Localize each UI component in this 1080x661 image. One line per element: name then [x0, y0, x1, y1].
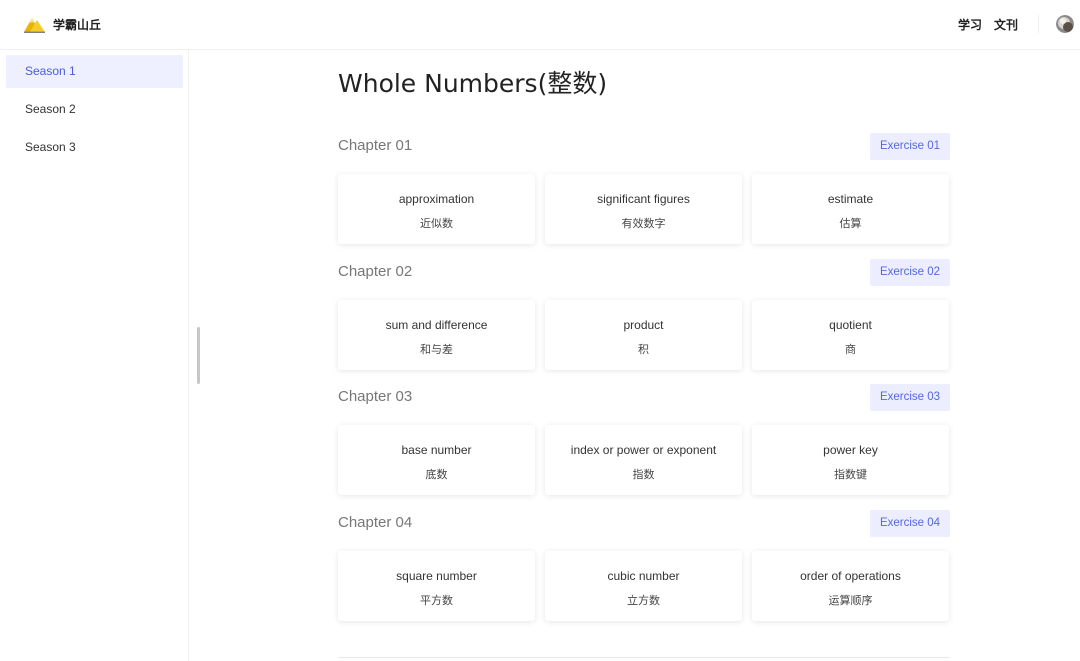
topic-card[interactable]: product 积 [545, 300, 742, 370]
chapter-header: Chapter 01 Exercise 01 [338, 133, 950, 161]
chapter-title: Chapter 04 [338, 514, 413, 531]
brand[interactable]: 学霸山丘 [24, 13, 101, 35]
sidebar-item-season-2[interactable]: Season 2 [6, 93, 183, 126]
exercise-button[interactable]: Exercise 03 [870, 384, 950, 411]
topic-title-zh: 估算 [839, 217, 862, 230]
topic-title-zh: 积 [638, 343, 649, 356]
topic-title-en: base number [401, 443, 472, 457]
topic-card[interactable]: index or power or exponent 指数 [545, 425, 742, 495]
topic-title-zh: 指数键 [834, 468, 867, 481]
chapter-section: Chapter 04 Exercise 04 square number 平方数… [338, 510, 950, 622]
topic-card[interactable]: cubic number 立方数 [545, 551, 742, 621]
topic-title-en: significant figures [597, 192, 690, 206]
topic-title-zh: 运算顺序 [828, 594, 873, 607]
topic-card[interactable]: approximation 近似数 [338, 174, 535, 244]
topic-card[interactable]: base number 底数 [338, 425, 535, 495]
topic-title-zh: 和与差 [420, 343, 453, 356]
chapter-section: Chapter 01 Exercise 01 approximation 近似数… [338, 133, 950, 245]
top-nav: 学习 文刊 [958, 16, 1018, 33]
user-avatar[interactable] [1056, 15, 1074, 33]
exercise-button[interactable]: Exercise 02 [870, 259, 950, 286]
topic-title-en: index or power or exponent [570, 443, 717, 457]
sidebar: Season 1 Season 2 Season 3 [0, 50, 189, 661]
topic-cards: approximation 近似数 significant figures 有效… [338, 174, 950, 244]
topic-card[interactable]: estimate 估算 [752, 174, 949, 244]
page-title: Whole Numbers(整数) [338, 69, 608, 98]
avatar-image [1056, 15, 1074, 33]
chapter-header: Chapter 02 Exercise 02 [338, 259, 950, 287]
topic-title-zh: 商 [845, 343, 856, 356]
chapter-section: Chapter 03 Exercise 03 base number 底数 in… [338, 384, 950, 496]
topic-card[interactable]: power key 指数键 [752, 425, 949, 495]
nav-divider [1038, 15, 1039, 33]
topic-title-en: product [623, 318, 664, 332]
topic-title-en: sum and difference [385, 318, 488, 332]
content-divider [338, 657, 950, 658]
topic-card[interactable]: square number 平方数 [338, 551, 535, 621]
topic-title-zh: 底数 [425, 468, 448, 481]
brand-name: 学霸山丘 [53, 17, 102, 32]
topic-title-en: power key [823, 443, 878, 457]
chapter-header: Chapter 04 Exercise 04 [338, 510, 950, 538]
nav-link-study[interactable]: 学习 [958, 16, 982, 33]
topic-title-en: quotient [829, 318, 872, 332]
topic-card[interactable]: significant figures 有效数字 [545, 174, 742, 244]
topic-card[interactable]: order of operations 运算顺序 [752, 551, 949, 621]
topic-title-en: estimate [827, 192, 874, 206]
chapter-title: Chapter 01 [338, 137, 413, 154]
topic-card[interactable]: sum and difference 和与差 [338, 300, 535, 370]
topic-title-en: order of operations [800, 569, 901, 583]
exercise-button[interactable]: Exercise 01 [870, 133, 950, 160]
topic-title-zh: 立方数 [627, 594, 660, 607]
topic-title-en: cubic number [607, 569, 680, 583]
nav-link-journal[interactable]: 文刊 [994, 16, 1018, 33]
top-bar: 学霸山丘 学习 文刊 [0, 0, 1080, 50]
chapter-title: Chapter 02 [338, 263, 413, 280]
topic-cards: sum and difference 和与差 product 积 quotien… [338, 300, 950, 370]
topic-card[interactable]: quotient 商 [752, 300, 949, 370]
sidebar-item-season-3[interactable]: Season 3 [6, 131, 183, 164]
topic-title-en: approximation [398, 192, 475, 206]
topic-title-zh: 指数 [632, 468, 655, 481]
chapter-header: Chapter 03 Exercise 03 [338, 384, 950, 412]
sidebar-item-season-1[interactable]: Season 1 [6, 55, 183, 88]
sidebar-resize-handle[interactable] [197, 327, 200, 384]
topic-cards: base number 底数 index or power or exponen… [338, 425, 950, 495]
mountain-logo-icon [24, 18, 45, 33]
chapter-title: Chapter 03 [338, 388, 413, 405]
topic-title-en: square number [396, 569, 477, 583]
topic-cards: square number 平方数 cubic number 立方数 order… [338, 551, 950, 621]
topic-title-zh: 平方数 [420, 594, 453, 607]
topic-title-zh: 有效数字 [621, 217, 666, 230]
topic-title-zh: 近似数 [420, 217, 453, 230]
exercise-button[interactable]: Exercise 04 [870, 510, 950, 537]
chapter-section: Chapter 02 Exercise 02 sum and differenc… [338, 259, 950, 371]
